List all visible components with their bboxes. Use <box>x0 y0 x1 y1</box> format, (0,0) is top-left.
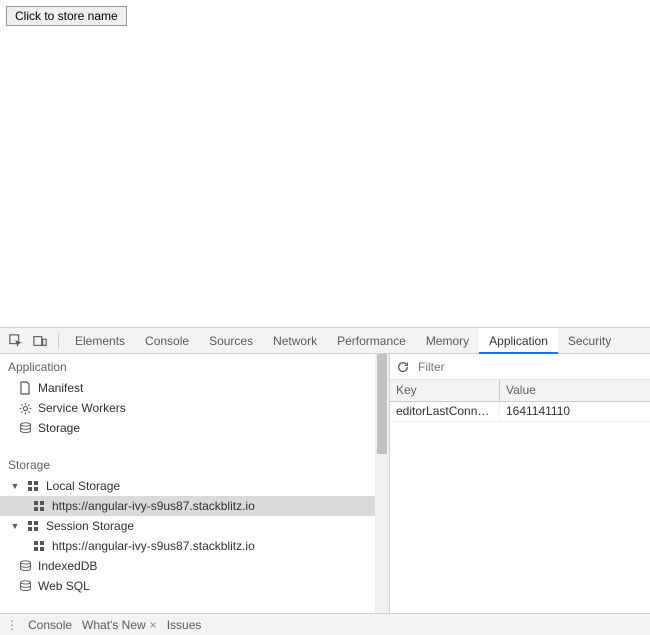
grid-icon <box>32 499 46 513</box>
grid-icon <box>26 479 40 493</box>
drawer-tab-whats-new[interactable]: What's New × <box>82 618 157 632</box>
sidebar-item-service-workers[interactable]: Service Workers <box>0 398 375 418</box>
tab-console[interactable]: Console <box>135 328 199 354</box>
tree-session-storage-origin[interactable]: https://angular-ivy-s9us87.stackblitz.io <box>0 536 375 556</box>
spacer <box>0 438 375 452</box>
tab-elements[interactable]: Elements <box>65 328 135 354</box>
application-sidebar: Application Manifest Service Workers <box>0 354 390 613</box>
inspect-icon[interactable] <box>8 333 24 349</box>
filter-bar <box>390 354 650 380</box>
section-application: Application <box>0 354 375 378</box>
tree-local-storage-origin[interactable]: https://angular-ivy-s9us87.stackblitz.io <box>0 496 375 516</box>
item-label: Local Storage <box>46 479 120 493</box>
scrollbar-thumb[interactable] <box>377 354 387 454</box>
tab-memory[interactable]: Memory <box>416 328 479 354</box>
sidebar-content: Application Manifest Service Workers <box>0 354 375 613</box>
cell-value: 1641141110 <box>500 402 650 421</box>
refresh-icon[interactable] <box>396 360 410 374</box>
column-key[interactable]: Key <box>390 380 500 401</box>
page-viewport: Click to store name <box>0 0 650 327</box>
filter-input[interactable] <box>418 360 644 374</box>
devtools-body: Application Manifest Service Workers <box>0 354 650 613</box>
devtools-panel: Elements Console Sources Network Perform… <box>0 327 650 635</box>
storage-content-pane: Key Value editorLastConnec... 1641141110 <box>390 354 650 613</box>
tree-session-storage[interactable]: ▼ Session Storage <box>0 516 375 536</box>
sidebar-item-manifest[interactable]: Manifest <box>0 378 375 398</box>
close-icon[interactable]: × <box>150 618 157 632</box>
column-value[interactable]: Value <box>500 380 650 401</box>
drawer-tab-console[interactable]: Console <box>28 618 72 632</box>
sidebar-scrollbar[interactable] <box>375 354 389 613</box>
drawer-tab-label: What's New <box>82 618 146 632</box>
tab-sources[interactable]: Sources <box>199 328 263 354</box>
database-icon <box>18 559 32 573</box>
device-toggle-icon[interactable] <box>32 333 48 349</box>
item-label: https://angular-ivy-s9us87.stackblitz.io <box>52 499 255 513</box>
item-label: https://angular-ivy-s9us87.stackblitz.io <box>52 539 255 553</box>
item-label: Session Storage <box>46 519 134 533</box>
item-label: Web SQL <box>38 579 90 593</box>
tab-network[interactable]: Network <box>263 328 327 354</box>
database-icon <box>18 421 32 435</box>
chevron-down-icon: ▼ <box>10 481 20 491</box>
chevron-down-icon: ▼ <box>10 521 20 531</box>
document-icon <box>18 381 32 395</box>
tree-local-storage[interactable]: ▼ Local Storage <box>0 476 375 496</box>
item-label: Service Workers <box>38 401 126 415</box>
item-label: Storage <box>38 421 80 435</box>
grid-icon <box>26 519 40 533</box>
item-label: IndexedDB <box>38 559 97 573</box>
database-icon <box>18 579 32 593</box>
cell-key: editorLastConnec... <box>390 402 500 421</box>
section-storage: Storage <box>0 452 375 476</box>
table-row[interactable]: editorLastConnec... 1641141110 <box>390 402 650 422</box>
kv-table-header: Key Value <box>390 380 650 402</box>
tab-performance[interactable]: Performance <box>327 328 416 354</box>
drawer-tab-issues[interactable]: Issues <box>167 618 202 632</box>
store-name-button[interactable]: Click to store name <box>6 6 127 26</box>
devtools-tabbar: Elements Console Sources Network Perform… <box>0 328 650 354</box>
devtools-drawer: ⋮ Console What's New × Issues <box>0 613 650 635</box>
kebab-icon[interactable]: ⋮ <box>6 618 18 632</box>
tab-application[interactable]: Application <box>479 328 558 354</box>
tab-security[interactable]: Security <box>558 328 621 354</box>
sidebar-item-storage[interactable]: Storage <box>0 418 375 438</box>
item-label: Manifest <box>38 381 83 395</box>
tree-indexeddb[interactable]: IndexedDB <box>0 556 375 576</box>
tab-separator <box>58 333 59 349</box>
tree-websql[interactable]: Web SQL <box>0 576 375 596</box>
grid-icon <box>32 539 46 553</box>
gear-icon <box>18 401 32 415</box>
